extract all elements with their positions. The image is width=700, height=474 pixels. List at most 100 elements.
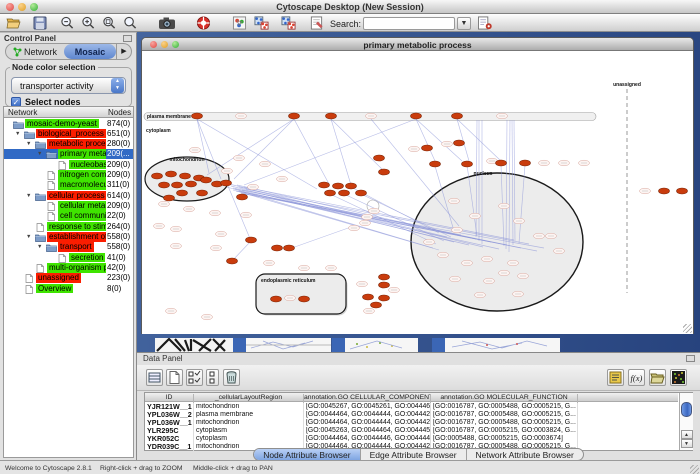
network-canvas[interactable]: plasma membranecytoplasmmitochondrionnuc… xyxy=(142,51,693,334)
minimized-window-2[interactable] xyxy=(332,338,418,352)
tree-expand-arrow[interactable]: ▼ xyxy=(37,244,42,250)
tree-expand-arrow[interactable]: ▼ xyxy=(26,141,31,147)
attribute-table-button[interactable] xyxy=(146,369,163,386)
data-panel-float-icon[interactable] xyxy=(686,355,695,362)
network-node[interactable] xyxy=(677,188,688,194)
scrollbar-thumb[interactable] xyxy=(681,402,692,417)
tree-row-metabolic-process[interactable]: ▼metabolic process280(0) xyxy=(4,139,133,149)
table-row-YPL036W__2[interactable]: YPL036W__2plasma membrane[GO:0044464, GO… xyxy=(145,411,678,419)
tab-overflow-button[interactable]: ▶ xyxy=(116,44,131,59)
network-node[interactable] xyxy=(246,237,257,243)
network-node[interactable] xyxy=(333,183,344,189)
network-node[interactable] xyxy=(237,194,248,200)
tree-row-macromolecule[interactable]: macromolecule311(0) xyxy=(4,180,133,190)
network-node[interactable] xyxy=(379,169,390,175)
network-node[interactable] xyxy=(289,113,300,119)
tree-row-cellular-process[interactable]: ▼cellular process614(0) xyxy=(4,190,133,200)
tree-row-transport[interactable]: ▼transport558(0) xyxy=(4,242,133,252)
network-node[interactable] xyxy=(159,182,170,188)
layout-icon-1[interactable] xyxy=(253,16,270,30)
network-node[interactable] xyxy=(177,190,188,196)
network-node[interactable] xyxy=(186,181,197,187)
save-icon[interactable] xyxy=(33,16,47,30)
select-attributes-button[interactable] xyxy=(186,369,203,386)
browser-tab-node[interactable]: Node Attribute Browser xyxy=(254,449,360,460)
minimized-window-3[interactable] xyxy=(432,338,560,352)
network-node[interactable] xyxy=(411,113,422,119)
table-row-YJR121W__1[interactable]: YJR121W__1mitochondrion[GO:0045267, GO:0… xyxy=(145,403,678,411)
network-node[interactable] xyxy=(221,180,232,186)
table-row-YPL036W__1[interactable]: YPL036W__1mitochondrion[GO:0044464, GO:0… xyxy=(145,419,678,427)
tree-row-cell-communicat[interactable]: cell communicat22(0) xyxy=(4,211,133,221)
network-window[interactable]: primary metabolic process plasma membran… xyxy=(141,37,694,334)
network-node[interactable] xyxy=(346,183,357,189)
tree-expand-arrow[interactable]: ▼ xyxy=(26,193,31,199)
minimized-window-1[interactable] xyxy=(233,338,331,352)
tree-row-response-to-stimulu[interactable]: response to stimulu264(0) xyxy=(4,221,133,231)
network-node[interactable] xyxy=(363,294,374,300)
float-panel-icon[interactable] xyxy=(123,35,132,42)
table-scrollbar[interactable]: ▲ ▼ xyxy=(679,393,693,450)
zoom-fit-icon[interactable] xyxy=(123,16,138,30)
matrix-view-button[interactable] xyxy=(670,369,687,386)
network-node[interactable] xyxy=(374,155,385,161)
search-options-icon[interactable] xyxy=(477,16,493,30)
function-builder-button[interactable]: f(x) xyxy=(628,369,645,386)
network-node[interactable] xyxy=(166,171,177,177)
network-node[interactable] xyxy=(339,190,350,196)
network-node[interactable] xyxy=(462,161,473,167)
network-node[interactable] xyxy=(284,245,295,251)
attribute-list-button[interactable] xyxy=(607,369,624,386)
table-row-YLR295C[interactable]: YLR295Ccytoplasm[GO:0045263, GO:0044464,… xyxy=(145,427,678,435)
tree-row-unassigned[interactable]: unassigned223(0) xyxy=(4,273,133,283)
network-node[interactable] xyxy=(496,160,507,166)
tree-expand-arrow[interactable]: ▼ xyxy=(26,234,31,240)
network-node[interactable] xyxy=(371,302,382,308)
tree-column-network[interactable]: Network xyxy=(8,108,37,117)
tree-row-nucleobase-[interactable]: nucleobase-209(0) xyxy=(4,159,133,169)
network-node[interactable] xyxy=(192,113,203,119)
minimized-overview-thumbnail[interactable] xyxy=(155,338,233,352)
layout-icon-2[interactable] xyxy=(280,16,297,30)
tree-row-establishment-of-lo[interactable]: ▼establishment of lo558(0) xyxy=(4,232,133,242)
network-node[interactable] xyxy=(659,188,670,194)
new-attribute-button[interactable] xyxy=(166,369,183,386)
tree-row-primary-metabo[interactable]: ▼primary metabo209(... xyxy=(4,149,133,159)
tree-row-secretion[interactable]: secretion41(0) xyxy=(4,252,133,262)
tab-mosaic[interactable]: Mosaic xyxy=(64,44,116,59)
scroll-down-button[interactable]: ▼ xyxy=(681,439,693,448)
tree-expand-arrow[interactable]: ▼ xyxy=(15,131,20,137)
window-resize-grip[interactable] xyxy=(683,324,692,333)
import-attributes-button[interactable] xyxy=(649,369,666,386)
search-input[interactable] xyxy=(363,17,455,30)
tree-column-nodes[interactable]: Nodes xyxy=(108,108,131,117)
snapshot-camera-icon[interactable] xyxy=(158,16,176,30)
network-node[interactable] xyxy=(152,173,163,179)
tree-row-overview[interactable]: Overview8(0) xyxy=(4,283,133,293)
network-node[interactable] xyxy=(379,295,390,301)
unselect-attributes-button[interactable] xyxy=(206,369,219,386)
node-color-dropdown[interactable]: transporter activity ▲▼ xyxy=(11,77,126,94)
app-resize-grip[interactable] xyxy=(690,465,699,474)
tree-row-multi-organism-pro[interactable]: multi-organism pro42(0) xyxy=(4,263,133,273)
network-node[interactable] xyxy=(379,274,390,280)
network-node[interactable] xyxy=(325,190,336,196)
network-node[interactable] xyxy=(326,113,337,119)
table-row-YKR052C[interactable]: YKR052Ccytoplasm[GO:0044464, GO:0044446,… xyxy=(145,435,678,443)
network-node[interactable] xyxy=(272,245,283,251)
network-window-titlebar[interactable]: primary metabolic process xyxy=(142,38,693,51)
vizmapper-icon[interactable] xyxy=(232,16,247,30)
help-lifesaver-icon[interactable] xyxy=(196,16,211,30)
zoom-in-icon[interactable] xyxy=(81,16,96,30)
network-node[interactable] xyxy=(452,113,463,119)
network-node[interactable] xyxy=(201,177,212,183)
network-node[interactable] xyxy=(164,195,175,201)
open-file-icon[interactable] xyxy=(6,16,21,30)
tree-row-mosaic-demo-yeast[interactable]: mosaic-demo-yeast874(0) xyxy=(4,118,133,128)
tree-row-biological-process[interactable]: ▼biological_process651(0) xyxy=(4,128,133,138)
zoom-selected-icon[interactable] xyxy=(102,16,117,30)
browser-tab-edge[interactable]: Edge Attribute Browser xyxy=(361,449,467,460)
network-node[interactable] xyxy=(180,173,191,179)
network-node[interactable] xyxy=(227,258,238,264)
network-node[interactable] xyxy=(379,282,390,288)
